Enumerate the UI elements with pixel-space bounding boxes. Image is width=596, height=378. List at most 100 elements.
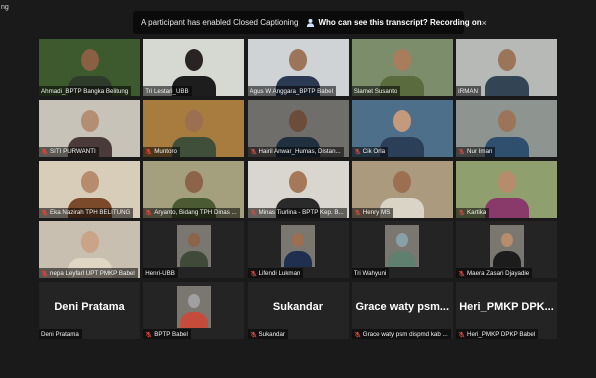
mic-muted-icon	[458, 209, 465, 216]
participant-name: Maera Zasari Djayadie	[467, 269, 530, 277]
participant-name: Henri-UBB	[145, 269, 175, 277]
participant-tile[interactable]: Hairil Anwar_Humas, Distan...	[247, 99, 349, 157]
participant-name: SITI PURWANTI	[50, 148, 96, 156]
mic-muted-icon	[354, 148, 361, 155]
participant-name-bar: Agus W Anggara_BPTP Babel	[247, 86, 336, 96]
mic-muted-icon	[354, 209, 361, 216]
mic-muted-icon	[250, 209, 256, 216]
participant-name-bar: Heri_PMKP DPKP Babel	[456, 329, 539, 339]
participant-head	[289, 49, 307, 71]
participant-tile[interactable]: BPTP Babel	[143, 282, 245, 339]
participant-tile[interactable]: Henry MS	[351, 160, 453, 218]
participant-tile[interactable]: Aryanto, Bidang TPH Dinas ...	[143, 160, 245, 218]
participant-display-name: Grace waty psm...	[355, 301, 450, 313]
mic-muted-icon	[458, 331, 465, 337]
participant-name-bar: SITI PURWANTI	[39, 146, 99, 157]
mic-muted-icon	[41, 148, 48, 155]
participant-name: Aryanto, Bidang TPH Dinas ...	[154, 209, 237, 216]
participant-name-bar: Cik Orla	[351, 146, 389, 157]
participant-tile[interactable]: Tri Lestari_UBB	[143, 39, 245, 96]
participant-name-bar: Slamet Susanto	[351, 86, 401, 96]
participant-body	[484, 197, 529, 218]
participant-body	[388, 251, 417, 268]
participant-name: Cik Orla	[362, 148, 386, 156]
participant-tile[interactable]: Grace waty psm... Grace waty psm dispmd k…	[351, 282, 453, 339]
participant-head	[393, 49, 412, 71]
participant-tile[interactable]: Nur Iman	[456, 99, 557, 157]
participant-name: Tri Lestari_UBB	[145, 87, 189, 95]
participant-head	[289, 109, 307, 132]
participant-name-bar: Grace waty psm dispmd kab ...	[351, 329, 451, 339]
closed-caption-banner: A participant has enabled Closed Caption…	[133, 11, 487, 34]
participant-name: IRMAN	[458, 87, 478, 95]
participant-name-bar: Tri Lestari_UBB	[143, 86, 192, 96]
participant-tile[interactable]: Lifendi Lukman	[247, 221, 349, 279]
participant-tile[interactable]: nepa Leyfarl UPT PMKP Babel	[39, 221, 140, 279]
mic-muted-icon	[250, 148, 256, 155]
mic-muted-icon	[458, 270, 465, 277]
participant-tile[interactable]: Muntoro	[143, 99, 245, 157]
participant-tile[interactable]: Kartika	[456, 160, 557, 218]
participant-name-bar: Lifendi Lukman	[247, 268, 304, 279]
participant-name: Henry MS	[362, 209, 391, 216]
participant-body	[284, 251, 312, 268]
participant-name-bar: nepa Leyfarl UPT PMKP Babel	[39, 268, 138, 279]
participant-body	[492, 251, 521, 268]
participant-tile[interactable]: Eka Nazirah TPH BELITUNG	[39, 160, 140, 218]
participant-tile[interactable]: Sukandar Sukandar	[247, 282, 349, 339]
participant-name: Tri Wahyuni	[353, 269, 387, 277]
participant-name: Agus W Anggara_BPTP Babel	[249, 87, 333, 95]
participant-head	[187, 233, 200, 248]
participant-display-name: Sukandar	[272, 301, 324, 313]
participant-name-bar: Deni Pratama	[39, 329, 82, 339]
participant-tile[interactable]: Minas Tiurlina - BPTP Kep. B...	[247, 160, 349, 218]
participant-name: BPTP Babel	[154, 330, 188, 338]
participant-head	[497, 49, 516, 71]
participant-name: Slamet Susanto	[353, 87, 398, 95]
participant-name-bar: Ahmadi_BPTP Bangka Belitung	[39, 86, 132, 96]
participant-display-name: Deni Pratama	[54, 301, 125, 313]
participant-tile[interactable]: Heri_PMKP DPK... Heri_PMKP DPKP Babel	[456, 282, 557, 339]
participant-name: Eka Nazirah TPH BELITUNG	[50, 209, 131, 216]
participant-name-bar: Kartika	[456, 207, 490, 218]
mic-muted-icon	[250, 331, 256, 337]
participant-tile[interactable]: IRMAN	[456, 39, 557, 96]
mic-muted-icon	[250, 270, 256, 277]
participant-name: Heri_PMKP DPKP Babel	[467, 330, 536, 338]
mic-muted-icon	[145, 209, 152, 216]
participant-head	[80, 49, 99, 71]
participant-body	[484, 76, 529, 96]
participant-head	[497, 170, 516, 193]
participant-head	[80, 109, 99, 132]
participant-name-bar: Hairil Anwar_Humas, Distan...	[247, 146, 344, 157]
participant-name-bar: Aryanto, Bidang TPH Dinas ...	[143, 207, 240, 218]
mic-muted-icon	[458, 148, 465, 155]
participant-head	[497, 109, 516, 132]
transcript-link-text: Who can see this transcript? Recording o…	[318, 18, 482, 27]
participant-name-bar: Henri-UBB	[143, 268, 178, 279]
participant-head	[393, 109, 412, 132]
participant-name-bar: Nur Iman	[456, 146, 496, 157]
participant-name: Grace waty psm dispmd kab ...	[362, 330, 448, 338]
participant-tile[interactable]: Ahmadi_BPTP Bangka Belitung	[39, 39, 140, 96]
mic-muted-icon	[41, 209, 48, 216]
participant-name-bar: Maera Zasari Djayadie	[456, 268, 533, 279]
video-thumbnail	[385, 225, 420, 268]
participant-tile[interactable]: Deni Pratama Deni Pratama	[39, 282, 140, 339]
participant-tile[interactable]: Maera Zasari Djayadie	[456, 221, 557, 279]
participant-head	[500, 233, 513, 248]
participant-name: Ahmadi_BPTP Bangka Belitung	[41, 87, 129, 95]
participant-tile[interactable]: Agus W Anggara_BPTP Babel	[247, 39, 349, 96]
mic-muted-icon	[354, 331, 361, 337]
video-thumbnail	[281, 225, 315, 268]
participant-tile[interactable]: Slamet Susanto	[351, 39, 453, 96]
close-banner-button[interactable]: ×	[482, 16, 487, 30]
participant-tile[interactable]: SITI PURWANTI	[39, 99, 140, 157]
participant-tile[interactable]: Cik Orla	[351, 99, 453, 157]
participant-name: Lifendi Lukman	[258, 269, 301, 277]
participant-tile[interactable]: Henri-UBB	[143, 221, 245, 279]
transcript-info-link[interactable]: Who can see this transcript? Recording o…	[306, 18, 482, 27]
participant-tile[interactable]: Tri Wahyuni	[351, 221, 453, 279]
participant-head	[393, 170, 412, 193]
participant-head	[187, 294, 200, 308]
